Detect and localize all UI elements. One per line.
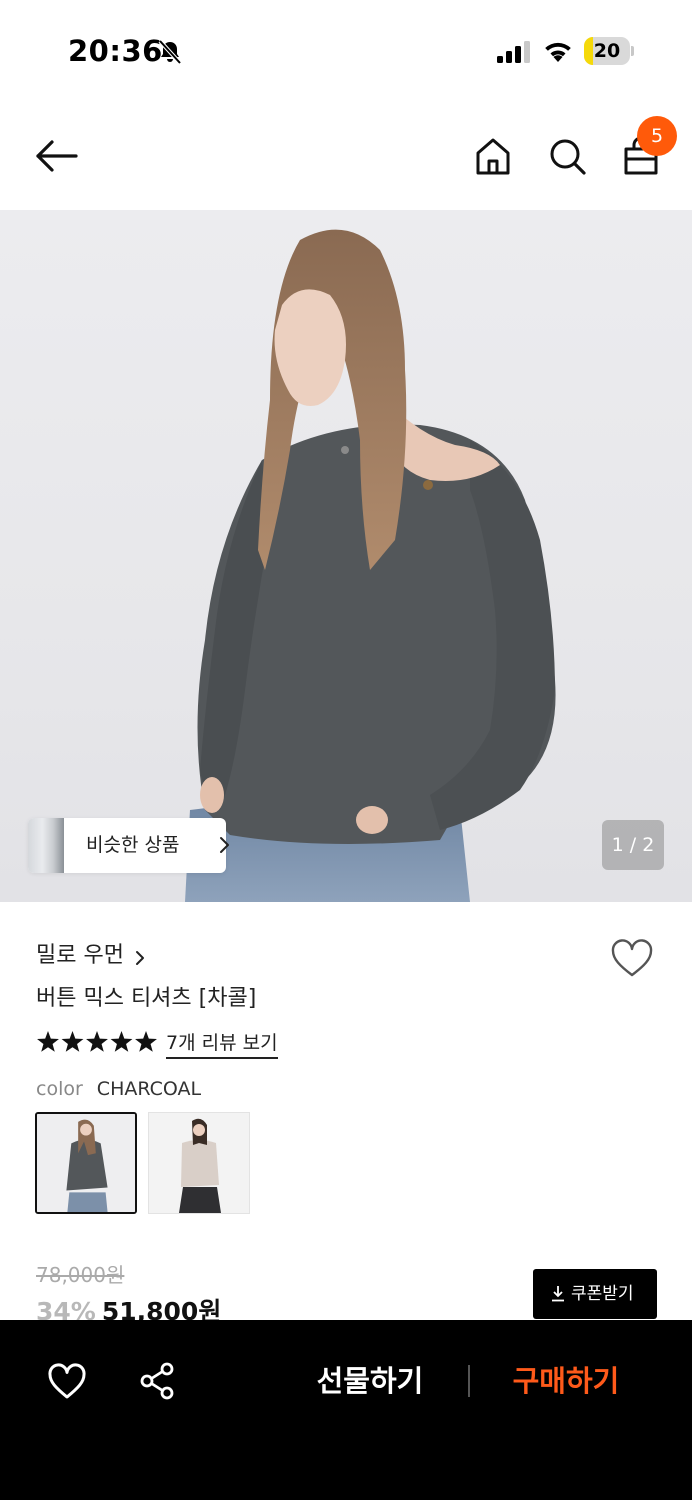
brand-name: 밀로 우먼 (36, 943, 124, 968)
wifi-icon (545, 42, 571, 62)
top-nav (0, 100, 692, 210)
coupon-download-button[interactable]: 쿠폰받기 (533, 1269, 657, 1319)
similar-products-button[interactable]: 비슷한 상품 (28, 818, 229, 873)
product-name: 버튼 믹스 티셔츠 [차콜] (36, 986, 257, 1011)
image-page-indicator: 1 / 2 (602, 820, 664, 870)
home-icon[interactable] (472, 135, 514, 177)
bell-slash-icon (158, 39, 182, 65)
share-icon[interactable] (138, 1362, 176, 1400)
arrow-left-icon[interactable] (30, 130, 82, 182)
heart-icon[interactable] (47, 1362, 87, 1400)
original-price: 78,000원 (36, 1263, 125, 1287)
status-bar: 20:36 20 (0, 0, 692, 100)
product-photo (185, 229, 556, 902)
cellular-signal-icon (497, 41, 530, 63)
bottom-action-bar: 선물하기 구매하기 (0, 1320, 692, 1500)
rating-stars (37, 1031, 157, 1052)
star-icon (37, 1031, 59, 1052)
chevron-right-icon (135, 950, 144, 965)
similar-products-label: 비슷한 상품 (86, 834, 180, 856)
battery-indicator: 20 (584, 37, 634, 65)
status-time: 20:36 (68, 34, 163, 68)
color-swatch-beige[interactable] (148, 1112, 250, 1214)
cart-count-badge: 5 (637, 116, 677, 156)
swatch-charcoal-photo (37, 1114, 135, 1212)
color-swatch-charcoal[interactable] (35, 1112, 137, 1214)
color-value: CHARCOAL (96, 1078, 202, 1100)
search-icon[interactable] (546, 135, 588, 177)
star-icon (86, 1031, 108, 1052)
star-icon (135, 1031, 157, 1052)
color-row: color CHARCOAL (36, 1078, 201, 1100)
heart-icon[interactable] (610, 938, 654, 978)
chevron-right-icon (220, 837, 229, 853)
bar-divider (468, 1365, 470, 1397)
review-link[interactable]: 7개 리뷰 보기 (166, 1028, 278, 1059)
star-icon (61, 1031, 84, 1052)
product-image-carousel[interactable]: 비슷한 상품 1 / 2 (0, 210, 692, 902)
swatch-beige-photo (149, 1113, 249, 1213)
similar-products-thumbnail (28, 818, 64, 873)
gift-button[interactable]: 선물하기 (300, 1358, 440, 1404)
download-icon (552, 1286, 564, 1302)
brand-link[interactable]: 밀로 우먼 (36, 937, 146, 968)
battery-level: 20 (593, 40, 621, 62)
coupon-label: 쿠폰받기 (571, 1284, 634, 1304)
buy-button[interactable]: 구매하기 (498, 1358, 634, 1404)
color-label: color (36, 1078, 83, 1100)
star-icon (110, 1031, 133, 1052)
